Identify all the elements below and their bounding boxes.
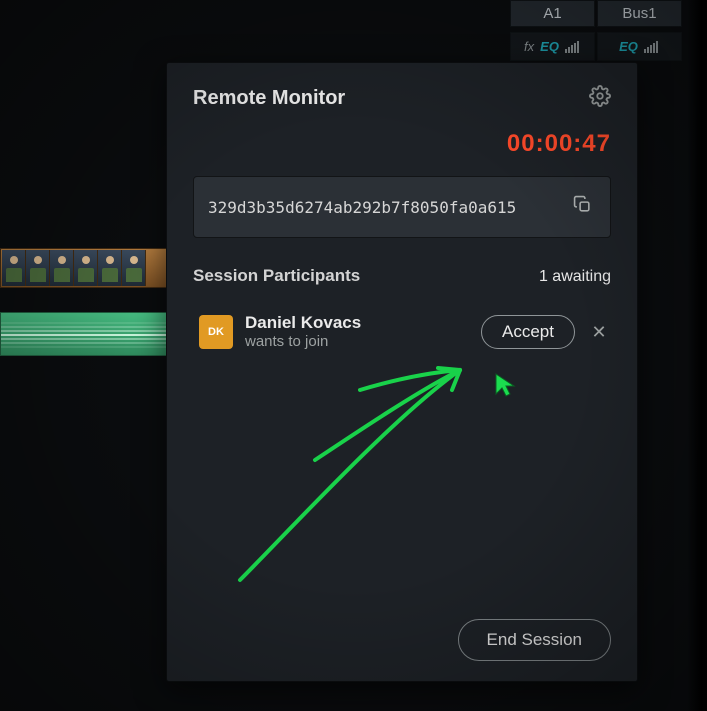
- mixer-track-bus1[interactable]: Bus1: [597, 0, 682, 27]
- accept-button[interactable]: Accept: [481, 315, 575, 349]
- participant-name: Daniel Kovacs: [245, 312, 469, 333]
- session-id-box: 329d3b35d6274ab292b7f8050fa0a615: [193, 176, 611, 238]
- session-timer: 00:00:47: [193, 130, 611, 158]
- clip-thumbnail: [98, 250, 122, 286]
- clip-thumbnail: [50, 250, 74, 286]
- mixer-fx-slot-bus1[interactable]: EQ: [597, 32, 682, 61]
- settings-button[interactable]: [589, 85, 611, 112]
- copy-session-id-button[interactable]: [569, 191, 596, 223]
- signal-bars-icon: [565, 41, 581, 53]
- participant-subtext: wants to join: [245, 333, 469, 352]
- eq-label: EQ: [619, 39, 638, 54]
- screen-edge-shadow: [687, 0, 707, 711]
- close-icon: ✕: [591, 322, 606, 342]
- end-session-button[interactable]: End Session: [458, 619, 611, 661]
- join-request-row: DK Daniel Kovacs wants to join Accept ✕: [193, 302, 611, 362]
- clip-thumbnail: [26, 250, 50, 286]
- clip-thumbnail: [74, 250, 98, 286]
- panel-title: Remote Monitor: [193, 87, 345, 110]
- mixer-fx-row: fx EQ EQ: [510, 32, 682, 61]
- mixer-track-headers: A1 Bus1: [510, 0, 682, 27]
- decline-button[interactable]: ✕: [587, 322, 611, 343]
- avatar: DK: [199, 315, 233, 349]
- eq-label: EQ: [540, 39, 559, 54]
- mixer-fx-slot-a1[interactable]: fx EQ: [510, 32, 595, 61]
- fx-label: fx: [524, 39, 534, 54]
- clip-thumbnail: [2, 250, 26, 286]
- mixer-track-a1[interactable]: A1: [510, 0, 595, 27]
- session-id-value[interactable]: 329d3b35d6274ab292b7f8050fa0a615: [208, 198, 569, 217]
- signal-bars-icon: [644, 41, 660, 53]
- gear-icon: [589, 94, 611, 111]
- copy-icon: [573, 201, 592, 218]
- participants-heading: Session Participants: [193, 266, 360, 286]
- awaiting-count: 1 awaiting: [539, 268, 611, 286]
- remote-monitor-panel: Remote Monitor 00:00:47 329d3b35d6274ab2…: [166, 62, 638, 682]
- clip-thumbnail: [122, 250, 146, 286]
